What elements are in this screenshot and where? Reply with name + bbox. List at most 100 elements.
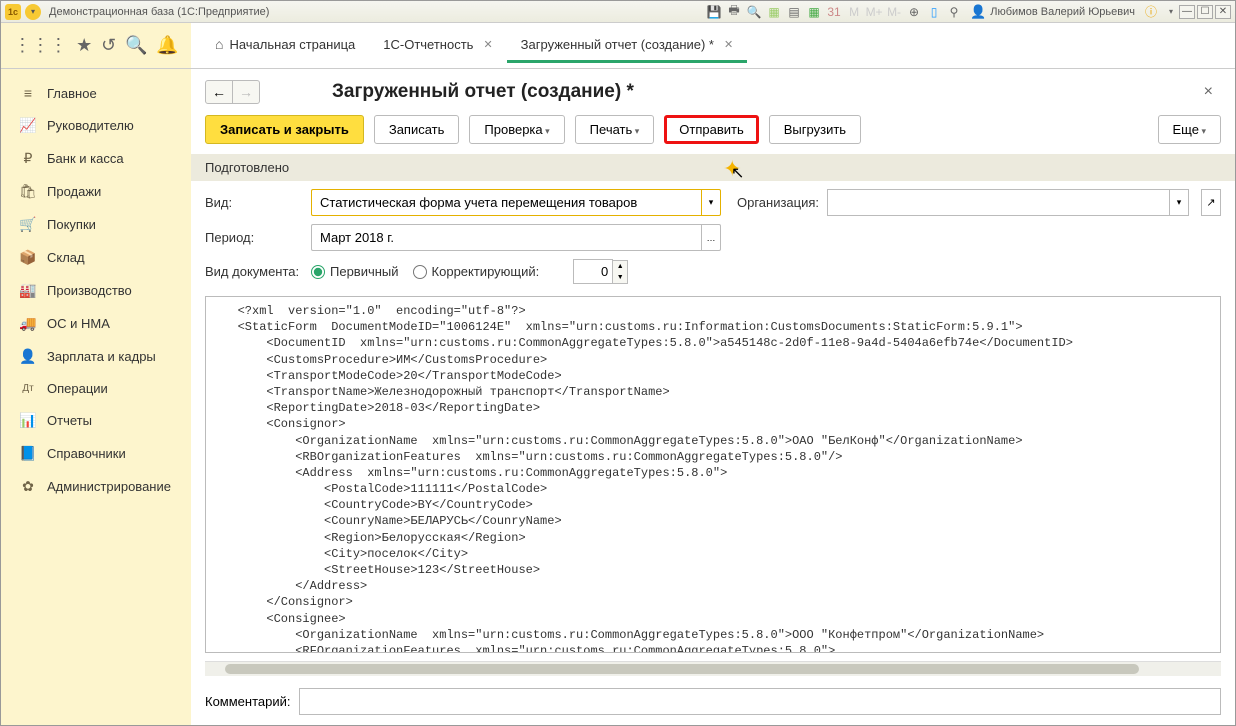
sidebar-item-warehouse[interactable]: 📦Склад — [1, 241, 191, 274]
print-icon[interactable]: 🖶 — [726, 4, 742, 20]
org-dropdown-button[interactable]: ▾ — [1169, 189, 1189, 216]
m-minus-icon[interactable]: M- — [886, 4, 902, 20]
sidebar-item-label: Операции — [47, 381, 108, 396]
radio-correcting-input[interactable] — [413, 265, 427, 279]
form-row-doctype: Вид документа: Первичный Корректирующий:… — [205, 259, 1221, 284]
sidebar-item-operations[interactable]: Дт Операции — [1, 373, 191, 404]
more-button[interactable]: Еще — [1158, 115, 1221, 144]
sidebar-item-manager[interactable]: 📈Руководителю — [1, 109, 191, 142]
sidebar-item-assets[interactable]: 🚚ОС и НМА — [1, 307, 191, 340]
preview-icon[interactable]: 🔍 — [746, 4, 762, 20]
star-icon[interactable]: ★ — [76, 35, 92, 56]
dtkt-icon: Дт — [19, 383, 37, 394]
close-window-button[interactable]: ✕ — [1215, 5, 1231, 19]
apps-icon[interactable]: ⋮⋮⋮ — [13, 35, 67, 56]
xml-content-area[interactable]: <?xml version="1.0" encoding="utf-8"?> <… — [205, 296, 1221, 653]
maximize-button[interactable]: ☐ — [1197, 5, 1213, 19]
bell-icon[interactable]: 🔔 — [156, 35, 178, 56]
radio-primary-input[interactable] — [311, 265, 325, 279]
user-name: Любимов Валерий Юрьевич — [990, 6, 1135, 18]
print-button[interactable]: Печать — [575, 115, 655, 144]
sidebar-item-label: Склад — [47, 250, 85, 265]
tab-reporting[interactable]: 1С-Отчетность ✕ — [369, 29, 506, 63]
period-combo: … — [311, 224, 721, 251]
quick-icons: ⋮⋮⋮ ★ ↺ 🔍 🔔 — [1, 23, 191, 68]
spinner-down-button[interactable]: ▼ — [613, 272, 627, 283]
tab-loaded-report-label: Загруженный отчет (создание) * — [521, 37, 714, 52]
top-row: ⋮⋮⋮ ★ ↺ 🔍 🔔 ⌂ Начальная страница 1С-Отче… — [1, 23, 1235, 69]
m-icon[interactable]: M — [846, 4, 862, 20]
sidebar-item-catalogs[interactable]: 📘 Справочники — [1, 437, 191, 470]
sidebar-item-reports[interactable]: 📊Отчеты — [1, 404, 191, 437]
org-input[interactable] — [827, 189, 1169, 216]
vid-combo: ▾ — [311, 189, 721, 216]
sidebar-item-purchases[interactable]: 🛒Покупки — [1, 208, 191, 241]
bars-icon: 📊 — [19, 412, 37, 429]
spinner-up-button[interactable]: ▲ — [613, 261, 627, 272]
radio-correcting[interactable]: Корректирующий: — [413, 264, 540, 279]
link-icon[interactable]: ⚲ — [946, 4, 962, 20]
minimize-button[interactable]: — — [1179, 5, 1195, 19]
truck-icon: 🚚 — [19, 315, 37, 332]
radio-primary[interactable]: Первичный — [311, 264, 399, 279]
main-area: ≡Главное 📈Руководителю ₽ Банк и касса 🛍Пр… — [1, 69, 1235, 725]
sidebar-item-label: Производство — [47, 283, 132, 298]
info-icon[interactable]: ⓘ — [1143, 4, 1159, 20]
period-select-button[interactable]: … — [701, 224, 721, 251]
sidebar-item-label: Справочники — [47, 446, 126, 461]
vid-input[interactable] — [311, 189, 701, 216]
tab-close-icon[interactable]: ✕ — [483, 38, 492, 51]
sidebar-item-admin[interactable]: ✿Администрирование — [1, 470, 191, 503]
ruble-icon: ₽ — [19, 150, 37, 167]
sidebar-item-hr[interactable]: 👤Зарплата и кадры — [1, 340, 191, 373]
vid-dropdown-button[interactable]: ▾ — [701, 189, 721, 216]
info-dd-icon[interactable]: ▾ — [1163, 4, 1179, 20]
date-icon[interactable]: 31 — [826, 4, 842, 20]
tab-loaded-report[interactable]: Загруженный отчет (создание) * ✕ — [507, 29, 748, 63]
correction-number-input[interactable] — [573, 259, 613, 284]
tab-close-icon[interactable]: ✕ — [724, 38, 733, 51]
close-page-button[interactable]: × — [1196, 79, 1221, 105]
save-button[interactable]: Записать — [374, 115, 460, 144]
status-bar: Подготовлено — [191, 154, 1235, 181]
org-open-button[interactable]: ↗ — [1201, 189, 1221, 216]
comment-input[interactable] — [299, 688, 1222, 715]
sidebar-item-label: Руководителю — [47, 118, 134, 133]
calc-icon[interactable]: ▦ — [766, 4, 782, 20]
save-and-close-button[interactable]: Записать и закрыть — [205, 115, 364, 144]
send-button[interactable]: Отправить — [664, 115, 758, 144]
export-button[interactable]: Выгрузить — [769, 115, 861, 144]
save-icon[interactable]: 💾 — [706, 4, 722, 20]
history-icon[interactable]: ↺ — [101, 35, 116, 56]
gear-icon: ✿ — [19, 478, 37, 495]
nav-back-button[interactable]: ← — [205, 80, 233, 104]
app-menu-dropdown[interactable]: ▾ — [25, 4, 41, 20]
sidebar-item-sales[interactable]: 🛍Продажи — [1, 175, 191, 208]
check-button[interactable]: Проверка — [469, 115, 564, 144]
period-label: Период: — [205, 230, 303, 245]
doctype-radio-group: Первичный Корректирующий: ▲ ▼ — [311, 259, 628, 284]
tab-reporting-label: 1С-Отчетность — [383, 37, 473, 52]
sidebar-item-label: Продажи — [47, 184, 101, 199]
search-quick-icon[interactable]: 🔍 — [125, 35, 147, 56]
sidebar-item-bank[interactable]: ₽ Банк и касса — [1, 142, 191, 175]
tab-home[interactable]: ⌂ Начальная страница — [201, 28, 369, 63]
horizontal-scrollbar[interactable] — [205, 661, 1221, 676]
calendar-icon[interactable]: ▤ — [786, 4, 802, 20]
m-plus-icon[interactable]: M+ — [866, 4, 882, 20]
sidebar-item-label: Банк и касса — [47, 151, 124, 166]
window-title: Демонстрационная база (1С:Предприятие) — [49, 6, 706, 18]
grid-icon[interactable]: ▦ — [806, 4, 822, 20]
form-row-vid: Вид: ▾ Организация: ▾ ↗ — [205, 189, 1221, 216]
sidebar-item-main[interactable]: ≡Главное — [1, 77, 191, 109]
nav-forward-button[interactable]: → — [232, 80, 260, 104]
zoom-icon[interactable]: ⊕ — [906, 4, 922, 20]
user-block[interactable]: 👤 Любимов Валерий Юрьевич — [970, 4, 1135, 20]
sidebar-item-production[interactable]: 🏭Производство — [1, 274, 191, 307]
book-icon: 📘 — [19, 445, 37, 462]
org-combo: ▾ — [827, 189, 1189, 216]
page-title: Загруженный отчет (создание) * — [332, 81, 634, 103]
scrollbar-thumb[interactable] — [225, 664, 1139, 674]
panel-icon[interactable]: ▯ — [926, 4, 942, 20]
period-input[interactable] — [311, 224, 701, 251]
